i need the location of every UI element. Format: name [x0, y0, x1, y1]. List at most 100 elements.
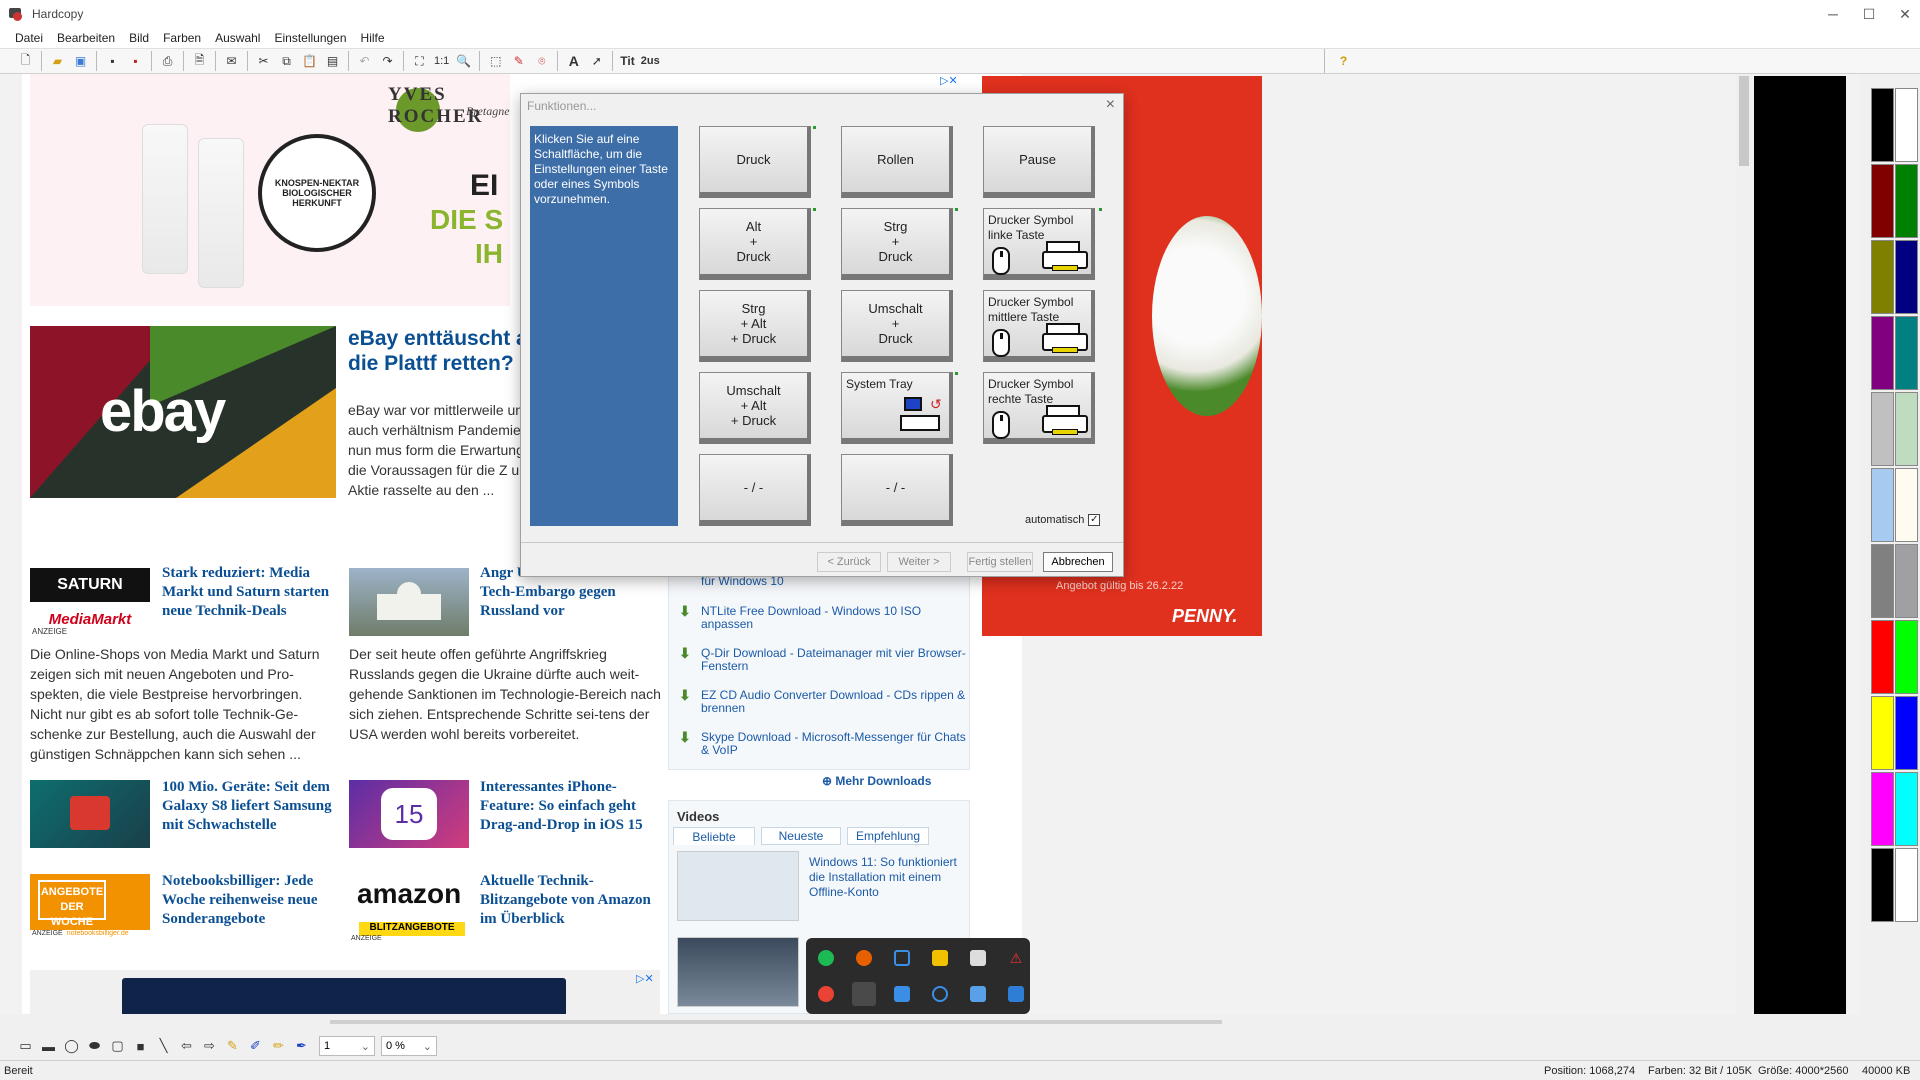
redo-icon[interactable]: ↷ — [376, 50, 399, 72]
key-pause-button[interactable]: Pause — [983, 126, 1095, 198]
save-as-icon[interactable]: ▪ — [124, 50, 147, 72]
palette-swatch[interactable] — [1871, 164, 1894, 238]
tray-app-icon[interactable]: ⚠ — [1008, 950, 1024, 966]
filled-rectangle-icon[interactable]: ▬ — [37, 1036, 60, 1056]
pointer-icon[interactable]: ➚ — [585, 50, 608, 72]
key-rollen-button[interactable]: Rollen — [841, 126, 953, 198]
palette-swatch[interactable] — [1871, 88, 1894, 162]
palette-swatch[interactable] — [1871, 316, 1894, 390]
samsung-security-thumb[interactable] — [30, 780, 150, 848]
copy-icon[interactable]: ⧉ — [275, 50, 298, 72]
download-item[interactable]: ⬇ Q-Dir Download - Dateimanager mit vier … — [679, 646, 969, 673]
system-tray-button[interactable]: System Tray ↺ — [841, 372, 953, 444]
palette-swatch[interactable] — [1895, 848, 1918, 922]
palette-swatch[interactable] — [1871, 468, 1894, 542]
color-picker-icon[interactable]: ⌾ — [530, 50, 553, 72]
zoom-fit-icon[interactable]: ⛶ — [408, 50, 431, 72]
filled-rounded-rect-icon[interactable]: ■ — [129, 1036, 152, 1056]
ebay-hero-image[interactable]: ebay — [30, 326, 336, 498]
opacity-select[interactable]: 0 % ⌄ — [381, 1036, 437, 1056]
tray-app-icon[interactable] — [856, 950, 872, 966]
key-strg-alt-druck-button[interactable]: Strg + Alt + Druck — [699, 290, 811, 362]
open-folder-icon[interactable]: ▰ — [46, 50, 69, 72]
menu-hilfe[interactable]: Hilfe — [354, 31, 392, 45]
arrow-right-icon[interactable]: ⇨ — [198, 1036, 221, 1056]
mail-icon[interactable]: ✉ — [220, 50, 243, 72]
open-image-icon[interactable]: ▣ — [69, 50, 92, 72]
video-thumbnail[interactable] — [677, 937, 799, 1007]
video-tab-empfehlung[interactable]: Empfehlung — [847, 827, 929, 845]
tray-app-icon[interactable] — [894, 986, 910, 1002]
close-button[interactable]: ✕ — [1882, 0, 1920, 28]
yves-rocher-ad[interactable]: KNOSPEN-NEKTAR BIOLOGISCHER HERKUNFT YVE… — [30, 74, 510, 306]
tray-app-icon[interactable] — [852, 982, 876, 1006]
dialog-close-icon[interactable]: × — [1106, 96, 1115, 114]
tray-app-icon[interactable] — [932, 950, 948, 966]
ellipse-icon[interactable]: ◯ — [60, 1036, 83, 1056]
video-tab-beliebte[interactable]: Beliebte — [673, 827, 755, 845]
bottom-ad[interactable]: ▷✕ — [30, 970, 660, 1014]
palette-swatch[interactable] — [1895, 544, 1918, 618]
menu-auswahl[interactable]: Auswahl — [208, 31, 267, 45]
arrow-left-icon[interactable]: ⇦ — [175, 1036, 198, 1056]
article-title[interactable]: Notebooksbilliger: Jede Woche reihenweis… — [162, 872, 342, 929]
key-empty-button[interactable]: - / - — [699, 454, 811, 526]
help-icon[interactable]: ? — [1332, 50, 1355, 72]
automatic-checkbox[interactable]: ✓ — [1088, 514, 1101, 526]
palette-swatch[interactable] — [1895, 772, 1918, 846]
highlighter-icon[interactable]: ✏ — [267, 1036, 290, 1056]
ad-choices-icon[interactable]: ▷✕ — [940, 74, 958, 87]
download-item[interactable]: ⬇ NTLite Free Download - Windows 10 ISO a… — [679, 604, 969, 631]
palette-swatch[interactable] — [1895, 316, 1918, 390]
paste-icon[interactable]: 📋 — [298, 50, 321, 72]
undo-icon[interactable]: ↶ — [353, 50, 376, 72]
palette-swatch[interactable] — [1895, 164, 1918, 238]
tray-app-icon[interactable] — [818, 950, 834, 966]
palette-swatch[interactable] — [1895, 696, 1918, 770]
menu-farben[interactable]: Farben — [156, 31, 208, 45]
article-title[interactable]: Interessantes iPhone-Feature: So einfach… — [480, 778, 664, 835]
filled-ellipse-icon[interactable]: ⬬ — [83, 1036, 106, 1056]
saturn-mediamarkt-thumb[interactable]: SATURN MediaMarkt ANZEIGE — [30, 568, 150, 636]
horizontal-scrollbar[interactable] — [330, 1020, 1222, 1024]
article-title[interactable]: Aktuelle Technik-Blitzangebote von Amazo… — [480, 872, 664, 929]
article-title[interactable]: Stark reduziert: Media Markt und Saturn … — [162, 564, 342, 621]
next-button[interactable]: Weiter > — [887, 552, 951, 572]
article-title[interactable]: 100 Mio. Geräte: Seit dem Galaxy S8 lief… — [162, 778, 344, 835]
back-button[interactable]: < Zurück — [817, 552, 881, 572]
palette-swatch[interactable] — [1895, 620, 1918, 694]
pen-icon[interactable]: ✎ — [221, 1036, 244, 1056]
tray-app-icon[interactable] — [932, 986, 948, 1002]
palette-swatch[interactable] — [1871, 848, 1894, 922]
tray-app-icon[interactable] — [970, 986, 986, 1002]
key-alt-druck-button[interactable]: Alt + Druck — [699, 208, 811, 280]
printer-left-button[interactable]: Drucker Symbol linke Taste — [983, 208, 1095, 280]
more-downloads-link[interactable]: ⊕ Mehr Downloads — [822, 774, 931, 788]
download-item[interactable]: ⬇ EZ CD Audio Converter Download - CDs ri… — [679, 688, 969, 715]
cancel-button[interactable]: Abbrechen — [1043, 552, 1113, 572]
video-thumbnail[interactable] — [677, 851, 799, 921]
automatic-option[interactable]: automatisch ✓ — [1025, 514, 1101, 526]
key-druck-button[interactable]: Druck — [699, 126, 811, 198]
tray-app-icon[interactable] — [818, 986, 834, 1002]
key-empty-button[interactable]: - / - — [841, 454, 953, 526]
save-icon[interactable]: ▪ — [101, 50, 124, 72]
ios15-thumb[interactable]: 15 — [349, 780, 469, 848]
tray-app-icon[interactable] — [1008, 986, 1024, 1002]
key-umschalt-druck-button[interactable]: Umschalt + Druck — [841, 290, 953, 362]
menu-bearbeiten[interactable]: Bearbeiten — [50, 31, 122, 45]
marker-icon[interactable]: ✐ — [244, 1036, 267, 1056]
key-strg-druck-button[interactable]: Strg + Druck — [841, 208, 953, 280]
scrollbar-thumb[interactable] — [1739, 76, 1749, 166]
new-file-icon[interactable]: 🗋 — [14, 50, 37, 72]
tray-app-icon[interactable] — [894, 950, 910, 966]
white-house-thumb[interactable] — [349, 568, 469, 636]
palette-swatch[interactable] — [1871, 620, 1894, 694]
key-umschalt-alt-druck-button[interactable]: Umschalt + Alt + Druck — [699, 372, 811, 444]
date-tool-button[interactable]: 2us — [638, 50, 663, 72]
palette-swatch[interactable] — [1871, 772, 1894, 846]
video-title[interactable]: Windows 11: So funktioniert die Installa… — [809, 855, 959, 900]
cut-icon[interactable]: ✂ — [252, 50, 275, 72]
notebooksbilliger-thumb[interactable]: ANGEBOTE DER WOCHE ANZEIGE notebooksbilli… — [30, 874, 150, 942]
zoom-actual-button[interactable]: 1:1 — [431, 50, 452, 72]
